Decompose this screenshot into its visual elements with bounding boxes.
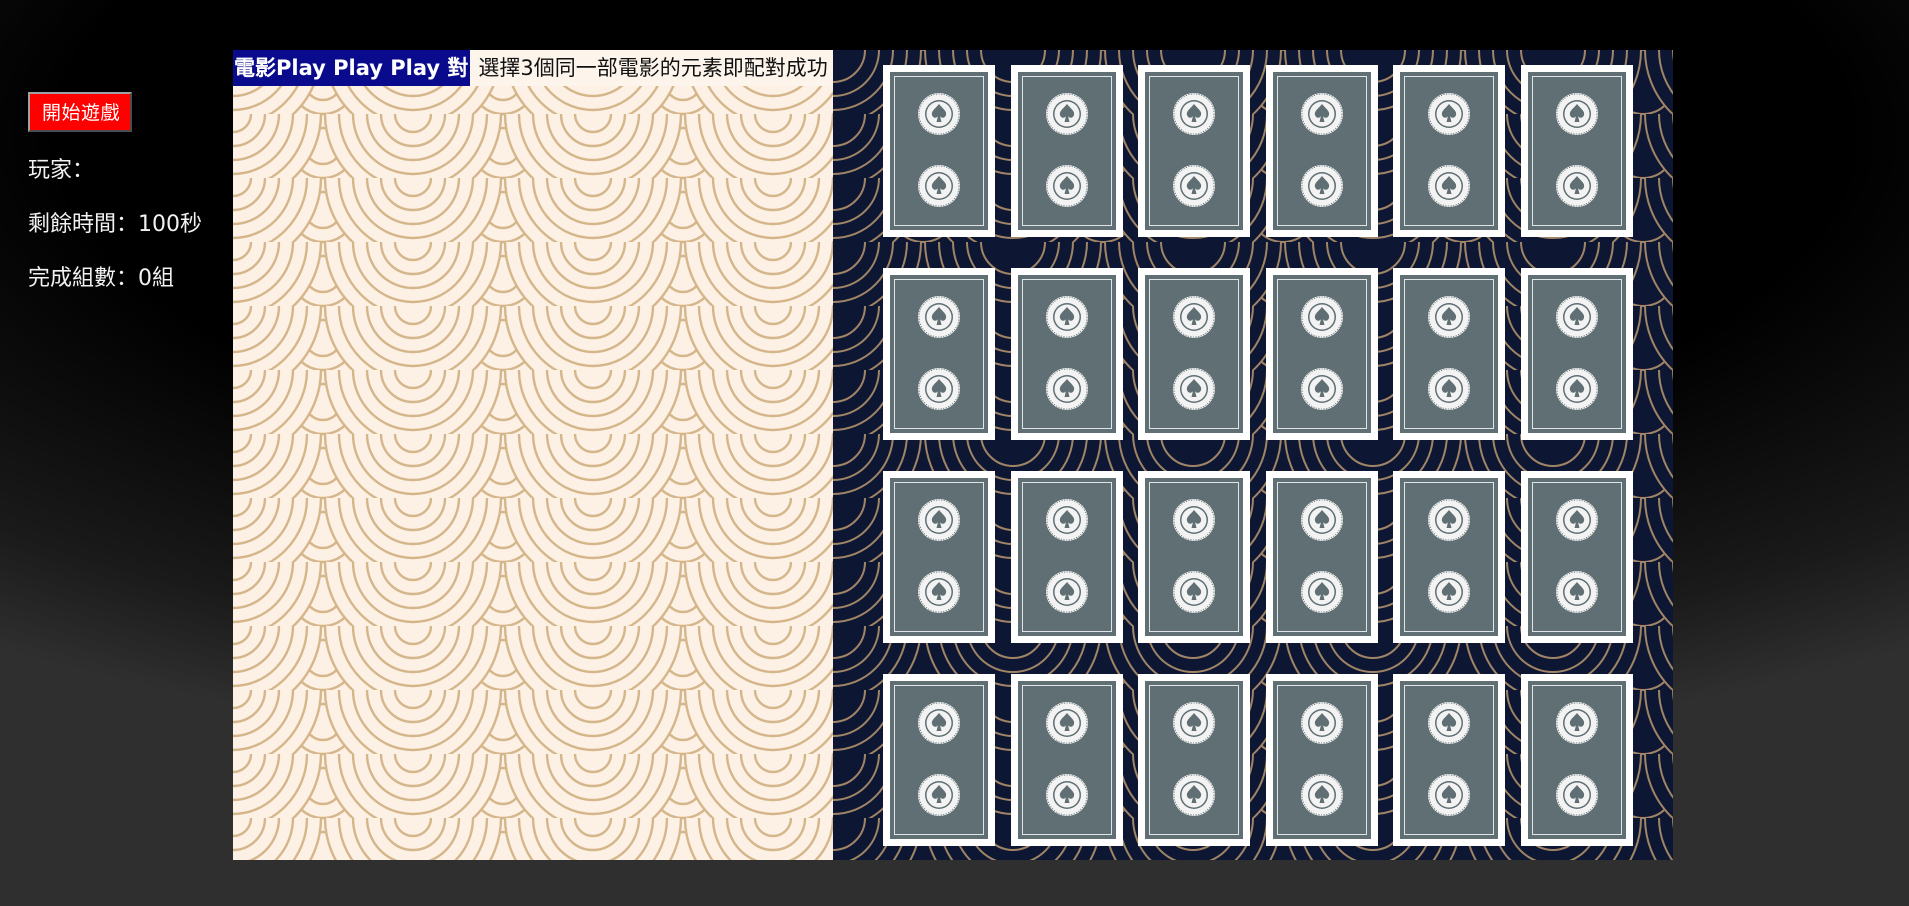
spade-seal-icon xyxy=(918,296,960,338)
card-back[interactable] xyxy=(1266,471,1378,643)
spade-seal-icon xyxy=(1046,499,1088,541)
card-back[interactable] xyxy=(1521,65,1633,237)
card-grid-area xyxy=(833,50,1673,860)
spade-seal-icon xyxy=(1556,296,1598,338)
spade-seal-icon xyxy=(1301,702,1343,744)
card-back[interactable] xyxy=(1138,674,1250,846)
title-bar: 電影Play Play Play 對 選擇3個同一部電影的元素即配對成功 xyxy=(233,50,833,86)
instruction-text: 選擇3個同一部電影的元素即配對成功 xyxy=(470,50,833,86)
completed-sets: 完成組數：0組 xyxy=(28,266,174,291)
card-back[interactable] xyxy=(883,268,995,440)
spade-seal-icon xyxy=(918,571,960,613)
match-area: 電影Play Play Play 對 選擇3個同一部電影的元素即配對成功 xyxy=(233,50,833,860)
spade-seal-icon xyxy=(1301,499,1343,541)
card-back[interactable] xyxy=(1393,65,1505,237)
spade-seal-icon xyxy=(1556,93,1598,135)
card-back[interactable] xyxy=(1393,471,1505,643)
player-label: 玩家： xyxy=(28,158,95,183)
seigaiha-pattern-left xyxy=(233,50,833,860)
spade-seal-icon xyxy=(1428,296,1470,338)
card-back[interactable] xyxy=(1521,471,1633,643)
card-back[interactable] xyxy=(1138,471,1250,643)
spade-seal-icon xyxy=(1428,93,1470,135)
spade-seal-icon xyxy=(1301,368,1343,410)
card-back[interactable] xyxy=(883,471,995,643)
card-back[interactable] xyxy=(1138,65,1250,237)
spade-seal-icon xyxy=(1173,296,1215,338)
spade-seal-icon xyxy=(1046,571,1088,613)
spade-seal-icon xyxy=(1556,702,1598,744)
spade-seal-icon xyxy=(918,368,960,410)
spade-seal-icon xyxy=(918,499,960,541)
time-remaining: 剩餘時間：100秒 xyxy=(28,212,202,237)
game-board: 電影Play Play Play 對 選擇3個同一部電影的元素即配對成功 xyxy=(233,50,1673,860)
spade-seal-icon xyxy=(918,165,960,207)
spade-seal-icon xyxy=(1173,774,1215,816)
spade-seal-icon xyxy=(1428,774,1470,816)
spade-seal-icon xyxy=(1173,499,1215,541)
spade-seal-icon xyxy=(1428,165,1470,207)
card-back[interactable] xyxy=(883,65,995,237)
card-back[interactable] xyxy=(1266,268,1378,440)
spade-seal-icon xyxy=(1046,368,1088,410)
spade-seal-icon xyxy=(1428,499,1470,541)
spade-seal-icon xyxy=(1046,774,1088,816)
card-back[interactable] xyxy=(1011,268,1123,440)
card-back[interactable] xyxy=(883,674,995,846)
spade-seal-icon xyxy=(1046,93,1088,135)
card-back[interactable] xyxy=(1138,268,1250,440)
spade-seal-icon xyxy=(1428,702,1470,744)
spade-seal-icon xyxy=(1046,165,1088,207)
spade-seal-icon xyxy=(918,702,960,744)
spade-seal-icon xyxy=(1556,571,1598,613)
card-back[interactable] xyxy=(1393,268,1505,440)
spade-seal-icon xyxy=(1556,165,1598,207)
card-back[interactable] xyxy=(1521,674,1633,846)
card-back[interactable] xyxy=(1521,268,1633,440)
spade-seal-icon xyxy=(1301,296,1343,338)
spade-seal-icon xyxy=(1428,368,1470,410)
spade-seal-icon xyxy=(1556,368,1598,410)
card-back[interactable] xyxy=(1011,471,1123,643)
spade-seal-icon xyxy=(1173,93,1215,135)
spade-seal-icon xyxy=(1046,702,1088,744)
spade-seal-icon xyxy=(1046,296,1088,338)
sidebar: 開始遊戲 玩家： 剩餘時間：100秒 完成組數：0組 xyxy=(28,92,228,292)
spade-seal-icon xyxy=(918,774,960,816)
card-back[interactable] xyxy=(1266,674,1378,846)
start-game-button[interactable]: 開始遊戲 xyxy=(28,92,133,132)
spade-seal-icon xyxy=(1556,499,1598,541)
spade-seal-icon xyxy=(1301,774,1343,816)
card-back[interactable] xyxy=(1266,65,1378,237)
spade-seal-icon xyxy=(918,93,960,135)
spade-seal-icon xyxy=(1428,571,1470,613)
card-back[interactable] xyxy=(1011,65,1123,237)
spade-seal-icon xyxy=(1301,571,1343,613)
spade-seal-icon xyxy=(1301,165,1343,207)
page-title: 電影Play Play Play 對 xyxy=(233,50,471,86)
spade-seal-icon xyxy=(1173,571,1215,613)
card-back[interactable] xyxy=(1011,674,1123,846)
card-back[interactable] xyxy=(1393,674,1505,846)
spade-seal-icon xyxy=(1173,702,1215,744)
spade-seal-icon xyxy=(1173,368,1215,410)
spade-seal-icon xyxy=(1301,93,1343,135)
spade-seal-icon xyxy=(1173,165,1215,207)
spade-seal-icon xyxy=(1556,774,1598,816)
